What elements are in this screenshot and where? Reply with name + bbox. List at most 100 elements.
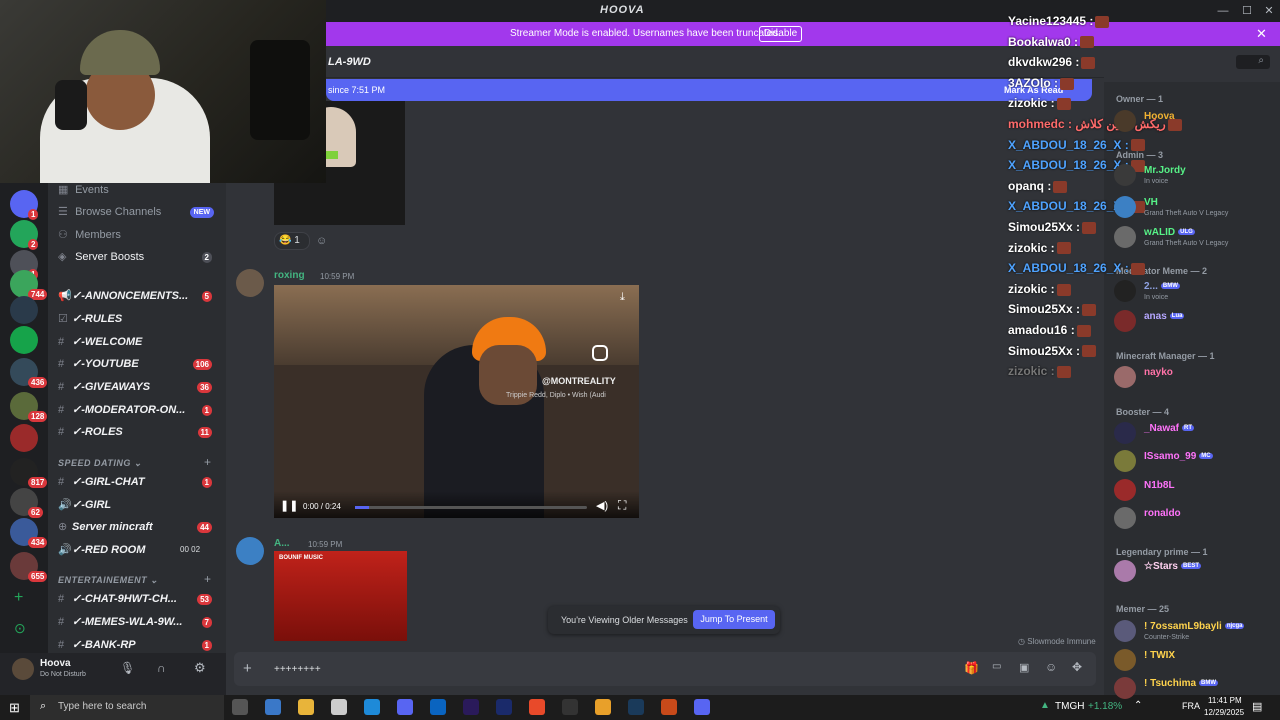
apps-icon[interactable]: ✥ [1072,660,1082,674]
member-row[interactable]: ! 7ossamL9bayli njcga Counter-Strike [1112,616,1274,646]
channel-item[interactable]: # ✓-ROLES 11 [58,421,218,443]
outlook-icon[interactable] [430,699,446,715]
video-progress[interactable] [355,506,587,509]
member-row[interactable]: ISsamo_99 MC [1112,446,1274,476]
sticker-icon[interactable]: ▣ [1019,661,1029,674]
premiere-icon[interactable] [463,699,479,715]
channel-item[interactable]: # ✓-MEMES-WLA-9W... 7 [58,611,218,633]
disable-streamer-button[interactable]: Disable [759,26,802,42]
avatar[interactable] [236,537,264,565]
add-channel-icon[interactable]: + [204,455,211,469]
gif-icon[interactable]: ▭ [992,661,1001,672]
member-row[interactable]: ! TWIX [1112,645,1274,675]
fullscreen-icon[interactable]: ⛶ [618,498,626,513]
member-name-text: ☆Stars [1144,561,1178,572]
category-entertainement[interactable]: ENTERTAINEMENT ⌄ [58,575,158,586]
member-row[interactable]: N1b8L [1112,475,1274,505]
channel-item[interactable]: # ✓-YOUTUBE 106 [58,353,218,375]
emoji-icon[interactable]: ☺ [1045,660,1057,674]
server-badge: 434 [28,537,48,548]
member-row[interactable]: Mr.Jordy In voice [1112,160,1274,190]
pause-icon[interactable]: ❚❚ [280,499,298,512]
app-icon[interactable] [661,699,677,715]
discover-icon[interactable]: ⊙ [14,620,26,637]
channel-item[interactable]: 🔊✓-RED ROOM [58,539,218,561]
channel-item[interactable]: # ✓-GIRL-CHAT 1 [58,471,218,493]
download-icon[interactable]: ⤓ [620,291,625,304]
discord-icon[interactable] [694,699,710,715]
member-row[interactable]: ronaldo [1112,503,1274,533]
razer-icon[interactable] [595,699,611,715]
new-messages-bar[interactable] [326,79,1092,101]
add-server-icon[interactable]: + [14,589,23,607]
message-author[interactable]: A... [274,538,290,549]
server-icon[interactable] [10,296,38,324]
member-row[interactable]: ☆Stars BEST [1112,556,1274,586]
emote-icon [1081,57,1096,70]
chat-header [326,46,1104,78]
category-speed-dating[interactable]: SPEED DATING ⌄ [58,458,142,469]
channel-item[interactable]: 🔊✓-GIRL [58,494,218,516]
server-icon[interactable] [10,326,38,354]
video-player[interactable]: @MONTREALITY Trippie Redd, Diplo • Wish … [274,285,639,518]
attach-icon[interactable]: + [243,660,252,677]
channel-members[interactable]: ⚇ Members [58,224,218,246]
edge-icon[interactable] [364,699,380,715]
minimize-icon[interactable]: — [1214,3,1232,19]
add-reaction-icon[interactable]: ☺ [316,235,327,247]
member-row[interactable]: Hoova [1112,106,1274,136]
store-icon[interactable] [265,699,281,715]
search-input[interactable]: ⌕ [1236,55,1270,69]
member-row[interactable]: wALID ULG Grand Theft Auto V Legacy [1112,222,1274,252]
add-channel-icon[interactable]: + [204,572,211,586]
chat-username: Simou25Xx : [1008,220,1081,234]
chrome-icon[interactable] [529,699,545,715]
headphones-icon[interactable]: ∩ [157,661,166,675]
channel-item[interactable]: # ✓-MODERATOR-ON... 1 [58,399,218,421]
channel-item[interactable]: # ✓-CHAT-9HWT-CH... 53 [58,588,218,610]
maximize-icon[interactable]: ☐ [1238,3,1256,19]
message-image[interactable]: BOUNIF MUSIC [274,551,407,641]
stream-chat-line: Yacine123445 : [1008,14,1110,28]
message-author[interactable]: roxing [274,270,305,281]
photoshop-icon[interactable] [496,699,512,715]
notepad-icon[interactable] [331,699,347,715]
member-name-text: _Nawaf [1144,423,1180,434]
close-window-icon[interactable]: ✕ [1260,3,1278,19]
emote-icon [1076,324,1091,337]
settings-gear-icon[interactable]: ⚙ [194,660,206,676]
channel-browse[interactable]: ☰ Browse Channels NEW [58,201,218,223]
member-row[interactable]: VH Grand Theft Auto V Legacy [1112,192,1274,222]
file-explorer-icon[interactable] [298,699,314,715]
task-view-icon[interactable] [232,699,248,715]
reaction-pill[interactable]: 😂 1 [274,232,310,250]
channel-item[interactable]: # ✓-BANK-RP 1 [58,634,218,656]
channel-item[interactable]: ☑ ✓-RULES [58,308,218,330]
avatar[interactable] [236,269,264,297]
discord-icon[interactable] [397,699,413,715]
channel-item[interactable]: ⊕ Server mincraft 44 [58,516,218,538]
channel-item[interactable]: 📢✓-ANNONCEMENTS... 5 [58,285,218,307]
windows-start-icon[interactable]: ⊞ [9,700,20,716]
chat-username: zizokic : [1008,96,1055,111]
channel-server-boosts[interactable]: ◈ Server Boosts 2 [58,246,218,268]
member-row[interactable]: nayko [1112,362,1274,392]
member-row[interactable]: 2... BMW In voice [1112,276,1274,306]
composer-input[interactable]: ++++++++ [274,664,321,675]
search-icon: ⌕ [40,700,47,712]
gift-icon[interactable]: 🎁 [964,661,979,675]
close-banner-icon[interactable]: ✕ [1256,26,1267,42]
member-row[interactable]: ! Tsuchima BMW [1112,673,1274,703]
avatar[interactable] [12,658,34,680]
jump-to-present-button[interactable]: Jump To Present [693,610,775,629]
microphone-icon[interactable]: 🎙 [120,661,135,675]
channel-item[interactable]: # ✓-GIVEAWAYS 36 [58,376,218,398]
channel-item[interactable]: # ✓-WELCOME [58,331,218,353]
clock-date[interactable]: 12/29/2025 [1204,708,1244,717]
steam-icon[interactable] [628,699,644,715]
obs-icon[interactable] [562,699,578,715]
member-row[interactable]: _Nawaf RT [1112,418,1274,448]
server-icon[interactable] [10,424,38,452]
volume-icon[interactable]: ◀) [596,499,608,512]
member-row[interactable]: anas Lua [1112,306,1274,336]
